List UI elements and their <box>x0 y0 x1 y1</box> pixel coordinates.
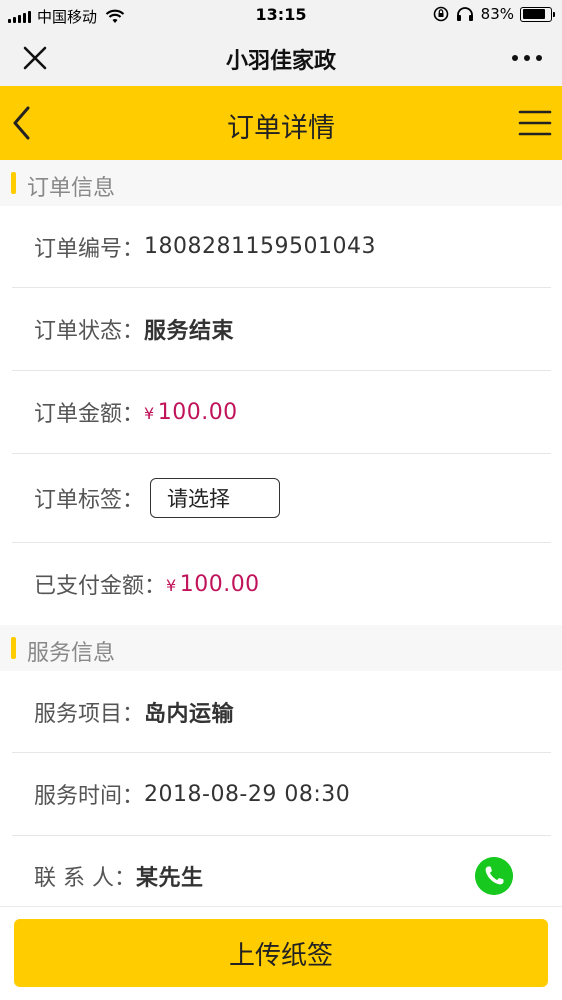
service-item-row: 服务项目： 岛内运输 <box>12 671 551 753</box>
order-amount-label: 订单金额： <box>34 402 145 427</box>
paid-amount-row: 已支付金额： ¥100.00 <box>12 543 551 625</box>
order-number-value: 1808281159501043 <box>144 234 376 259</box>
contact-row: 联 系 人： 某先生 <box>12 836 551 916</box>
service-time-row: 服务时间： 2018-08-29 08:30 <box>12 753 551 836</box>
service-time-label: 服务时间： <box>34 784 145 809</box>
order-amount-number: 100.00 <box>157 399 238 425</box>
section-title-service: 服务信息 <box>27 641 116 666</box>
battery-percent: 83% <box>480 5 514 23</box>
paid-amount-number: 100.00 <box>179 571 260 597</box>
status-bar-right: 83% <box>433 5 555 23</box>
order-amount-row: 订单金额： ¥100.00 <box>12 371 551 454</box>
order-status-row: 订单状态： 服务结束 <box>12 288 551 371</box>
battery-icon <box>520 6 555 22</box>
order-number-label: 订单编号： <box>34 236 145 262</box>
paid-amount-value: ¥100.00 <box>166 572 260 597</box>
more-dots-icon[interactable] <box>510 47 544 69</box>
order-tag-select[interactable]: 请选择 <box>150 478 281 518</box>
order-tag-row: 订单标签： 请选择 <box>12 454 551 543</box>
section-header-order: 订单信息 <box>0 160 562 206</box>
contact-value: 某先生 <box>136 866 204 891</box>
order-status-label: 订单状态： <box>34 319 145 344</box>
currency-symbol: ¥ <box>144 403 155 423</box>
wechat-nav-bar: 小羽佳家政 <box>0 30 562 86</box>
section-title-order: 订单信息 <box>27 176 116 201</box>
order-number-row: 订单编号： 1808281159501043 <box>12 206 551 288</box>
upload-paper-signature-button[interactable]: 上传纸签 <box>14 919 548 987</box>
hamburger-menu-icon[interactable] <box>518 108 552 138</box>
service-item-value: 岛内运输 <box>144 701 235 727</box>
currency-symbol: ¥ <box>166 575 177 595</box>
app-header: 订单详情 <box>0 86 562 160</box>
service-item-label: 服务项目： <box>34 701 145 727</box>
bottom-action-bar: 上传纸签 <box>0 906 562 1000</box>
section-accent-bar <box>11 637 16 659</box>
status-bar: 中国移动 13:15 83% <box>0 0 562 30</box>
rotation-lock-icon <box>433 6 448 22</box>
section-accent-bar <box>11 172 16 194</box>
wechat-title: 小羽佳家政 <box>225 49 336 74</box>
order-status-value: 服务结束 <box>144 319 235 344</box>
page-title: 订单详情 <box>227 113 335 144</box>
order-amount-value: ¥100.00 <box>144 400 238 425</box>
phone-call-icon[interactable] <box>475 857 513 895</box>
section-header-service: 服务信息 <box>0 625 562 671</box>
service-time-value: 2018-08-29 08:30 <box>144 781 351 807</box>
contact-label: 联 系 人： <box>34 866 136 891</box>
paid-amount-label: 已支付金额： <box>34 574 167 599</box>
order-tag-label: 订单标签： <box>34 488 145 513</box>
headphones-icon <box>456 7 473 21</box>
